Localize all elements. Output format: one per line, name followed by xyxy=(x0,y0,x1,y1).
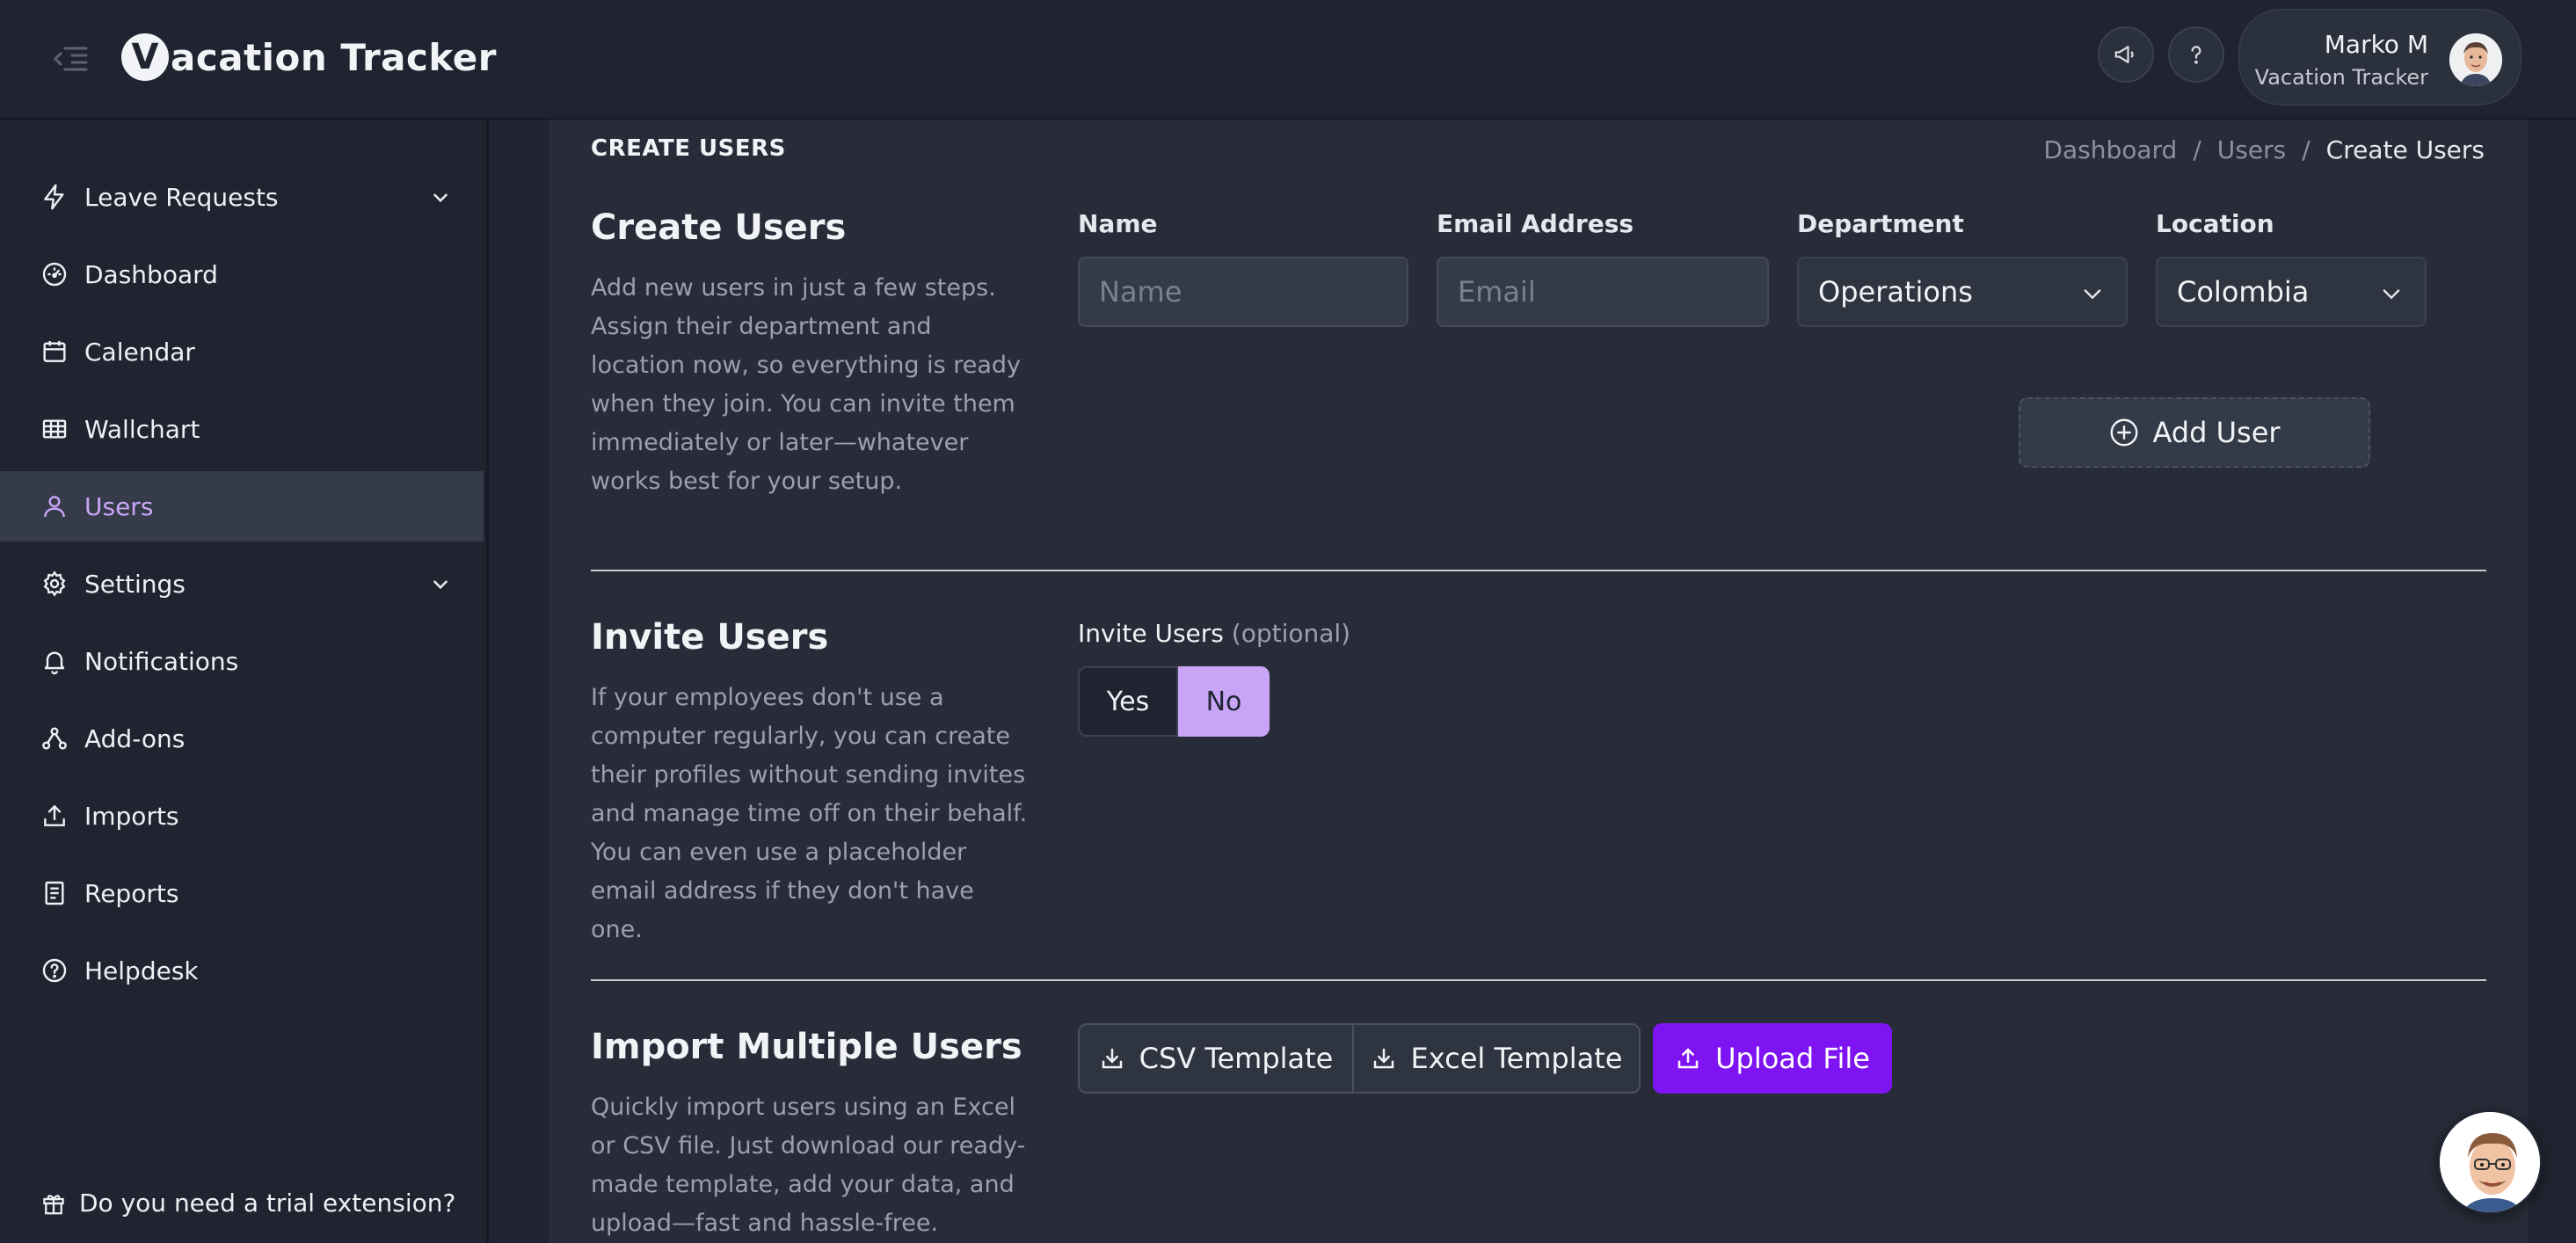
sidebar-item-settings[interactable]: Settings xyxy=(0,549,484,619)
invite-users-label: Invite Users (optional) xyxy=(1078,619,1350,648)
location-value: Colombia xyxy=(2177,275,2310,309)
sidebar-item-helpdesk[interactable]: Helpdesk xyxy=(0,935,484,1006)
breadcrumb-current: Create Users xyxy=(2325,135,2485,164)
invite-toggle: Yes No xyxy=(1078,666,1270,737)
invite-users-title: Invite Users xyxy=(591,617,829,658)
announcements-button[interactable] xyxy=(2098,26,2154,83)
optional-hint: (optional) xyxy=(1231,619,1351,648)
location-label: Location xyxy=(2156,209,2274,238)
excel-template-label: Excel Template xyxy=(1410,1042,1623,1075)
name-input[interactable] xyxy=(1078,257,1408,327)
trial-extension-label: Do you need a trial extension? xyxy=(79,1188,456,1218)
import-users-description: Quickly import users using an Excel or C… xyxy=(591,1094,1026,1237)
upload-icon xyxy=(40,802,69,830)
sidebar-item-add-ons[interactable]: Add-ons xyxy=(0,703,484,774)
sidebar-item-dashboard[interactable]: Dashboard xyxy=(0,239,484,309)
sidebar-item-label: Calendar xyxy=(84,337,195,367)
invite-yes-button[interactable]: Yes xyxy=(1078,666,1178,737)
top-header: V acation Tracker Marko M Vacation Track… xyxy=(0,0,2576,120)
create-users-description: Add new users in just a few steps. Assig… xyxy=(591,274,1022,495)
page-title: CREATE USERS xyxy=(591,135,786,162)
create-users-title: Create Users xyxy=(591,207,847,248)
breadcrumb: Dashboard / Users / Create Users xyxy=(2043,135,2485,164)
sidebar-item-label: Add-ons xyxy=(84,723,186,753)
import-users-title: Import Multiple Users xyxy=(591,1027,1022,1067)
network-icon xyxy=(40,724,69,752)
email-label: Email Address xyxy=(1437,209,1634,238)
chevron-down-icon xyxy=(429,573,452,596)
user-menu[interactable]: Marko M Vacation Tracker xyxy=(2238,9,2521,105)
breadcrumb-separator: / xyxy=(2193,135,2201,164)
report-icon xyxy=(40,879,69,907)
name-label: Name xyxy=(1078,209,1158,238)
sidebar: Leave Requests Dashboard Calendar Wallch… xyxy=(0,120,489,1243)
location-select[interactable]: Colombia xyxy=(2156,257,2427,327)
avatar xyxy=(2449,33,2502,86)
gear-icon xyxy=(40,570,69,598)
breadcrumb-separator: / xyxy=(2302,135,2310,164)
user-company: Vacation Tracker xyxy=(2254,65,2428,90)
upload-icon xyxy=(1675,1045,1701,1072)
sidebar-item-wallchart[interactable]: Wallchart xyxy=(0,394,484,464)
sidebar-item-notifications[interactable]: Notifications xyxy=(0,626,484,696)
gift-icon xyxy=(40,1190,67,1217)
gauge-icon xyxy=(40,260,69,288)
breadcrumb-dashboard[interactable]: Dashboard xyxy=(2043,135,2177,164)
sidebar-item-users[interactable]: Users xyxy=(0,471,484,542)
bell-icon xyxy=(40,647,69,675)
download-icon xyxy=(1371,1045,1397,1072)
template-buttons: CSV Template Excel Template xyxy=(1078,1023,1641,1094)
section-divider xyxy=(591,979,2486,981)
upload-file-button[interactable]: Upload File xyxy=(1653,1023,1892,1094)
chevron-down-icon xyxy=(429,186,452,209)
invite-no-button[interactable]: No xyxy=(1178,666,1270,737)
megaphone-icon xyxy=(2113,41,2139,68)
plus-circle-icon xyxy=(2108,417,2140,448)
add-user-label: Add User xyxy=(2152,416,2281,449)
logo-mark: V xyxy=(121,33,169,81)
sidebar-item-label: Notifications xyxy=(84,646,239,676)
sidebar-item-label: Users xyxy=(84,491,154,521)
sidebar-item-leave-requests[interactable]: Leave Requests xyxy=(0,162,484,232)
section-divider xyxy=(591,570,2486,571)
user-icon xyxy=(40,492,69,520)
sidebar-item-imports[interactable]: Imports xyxy=(0,781,484,851)
user-name: Marko M xyxy=(2324,30,2428,59)
upload-file-label: Upload File xyxy=(1715,1042,1870,1075)
sidebar-item-reports[interactable]: Reports xyxy=(0,858,484,928)
email-input[interactable] xyxy=(1437,257,1769,327)
add-user-button[interactable]: Add User xyxy=(2019,397,2370,468)
sidebar-item-label: Settings xyxy=(84,569,186,599)
invite-users-description: If your employees don't use a computer r… xyxy=(591,684,1028,943)
lightning-icon xyxy=(40,183,69,211)
support-chat-button[interactable] xyxy=(2437,1109,2543,1215)
department-select[interactable]: Operations xyxy=(1797,257,2128,327)
grid-icon xyxy=(40,415,69,443)
excel-template-button[interactable]: Excel Template xyxy=(1354,1023,1641,1094)
department-value: Operations xyxy=(1818,275,1973,309)
calendar-icon xyxy=(40,338,69,366)
breadcrumb-users[interactable]: Users xyxy=(2217,135,2286,164)
question-mark-icon xyxy=(2183,41,2209,68)
collapse-menu-icon[interactable] xyxy=(53,44,88,74)
sidebar-item-label: Helpdesk xyxy=(84,956,199,985)
chevron-down-icon xyxy=(2080,281,2105,306)
sidebar-item-calendar[interactable]: Calendar xyxy=(0,316,484,387)
sidebar-item-label: Wallchart xyxy=(84,414,200,444)
chevron-down-icon xyxy=(2379,281,2404,306)
help-button[interactable] xyxy=(2168,26,2224,83)
sidebar-item-label: Leave Requests xyxy=(84,182,279,212)
app-logo[interactable]: V acation Tracker xyxy=(121,26,497,88)
download-icon xyxy=(1099,1045,1125,1072)
trial-extension-link[interactable]: Do you need a trial extension? xyxy=(40,1188,455,1218)
csv-template-label: CSV Template xyxy=(1139,1042,1334,1075)
help-circle-icon xyxy=(40,956,69,985)
logo-text: acation Tracker xyxy=(171,35,497,79)
sidebar-item-label: Imports xyxy=(84,801,179,831)
invite-users-label-text: Invite Users xyxy=(1078,619,1224,648)
sidebar-item-label: Reports xyxy=(84,878,179,908)
department-label: Department xyxy=(1797,209,1964,238)
sidebar-item-label: Dashboard xyxy=(84,259,218,289)
csv-template-button[interactable]: CSV Template xyxy=(1078,1023,1354,1094)
